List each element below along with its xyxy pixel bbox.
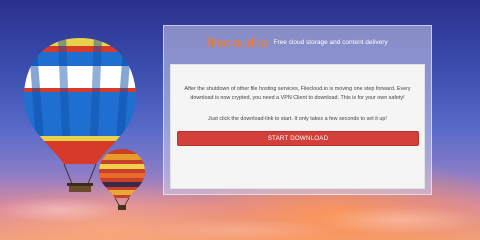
download-instruction-text: Just click the download-link to start. I… [208,116,387,122]
start-download-button[interactable]: START DOWNLOAD [177,131,419,146]
site-logo[interactable]: filecloud.io [207,36,267,50]
site-tagline: Free cloud storage and content delivery [273,39,388,47]
vpn-notice-text: After the shutdown of other file hosting… [184,86,411,101]
download-panel: filecloud.io Free cloud storage and conte… [163,25,432,195]
site-header: filecloud.io Free cloud storage and conte… [164,34,431,52]
hot-air-balloon-small-image [99,149,145,210]
message-box: After the shutdown of other file hosting… [170,64,425,189]
